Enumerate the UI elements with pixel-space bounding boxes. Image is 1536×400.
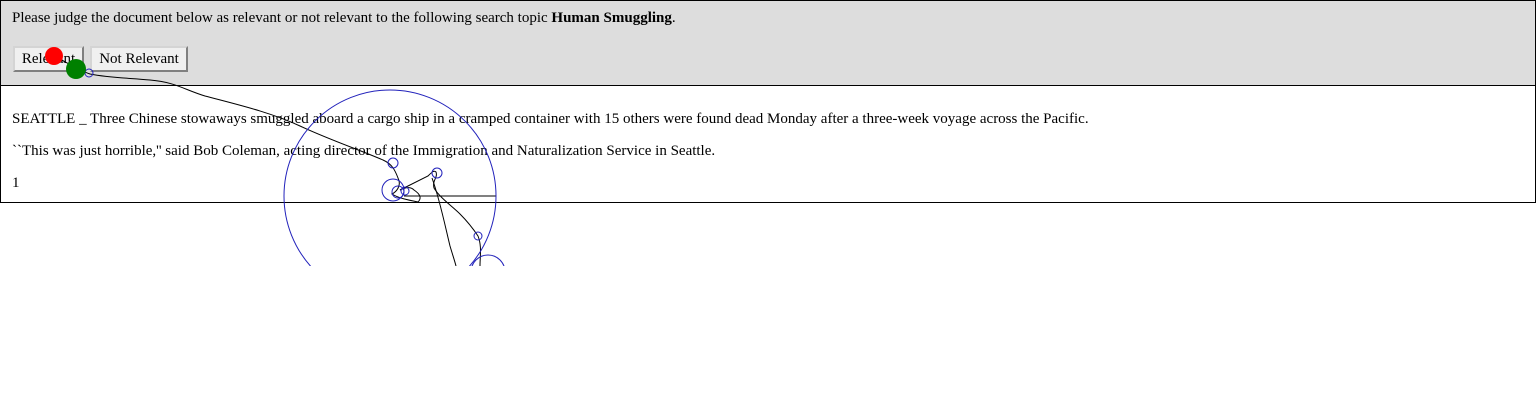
not-relevant-button[interactable]: Not Relevant [90, 46, 188, 72]
document-paragraph-1: SEATTLE _ Three Chinese stowaways smuggl… [12, 111, 1089, 127]
relevance-judgment-page: Please judge the document below as relev… [0, 0, 1536, 400]
instruction-text: Please judge the document below as relev… [12, 10, 676, 27]
document-panel: SEATTLE _ Three Chinese stowaways smuggl… [0, 85, 1536, 203]
instruction-suffix: . [671, 10, 676, 26]
fixation-circle [473, 231, 483, 241]
relevant-button[interactable]: Relevant [13, 46, 84, 72]
document-paragraph-2: ``This was just horrible,'' said Bob Col… [12, 143, 716, 159]
search-topic: Human Smuggling [551, 10, 672, 26]
instruction-prefix: Please judge the document below as relev… [12, 10, 552, 26]
judgment-header: Please judge the document below as relev… [0, 0, 1536, 86]
fixation-circle [471, 254, 505, 266]
document-paragraph-3: 1 [12, 175, 20, 191]
